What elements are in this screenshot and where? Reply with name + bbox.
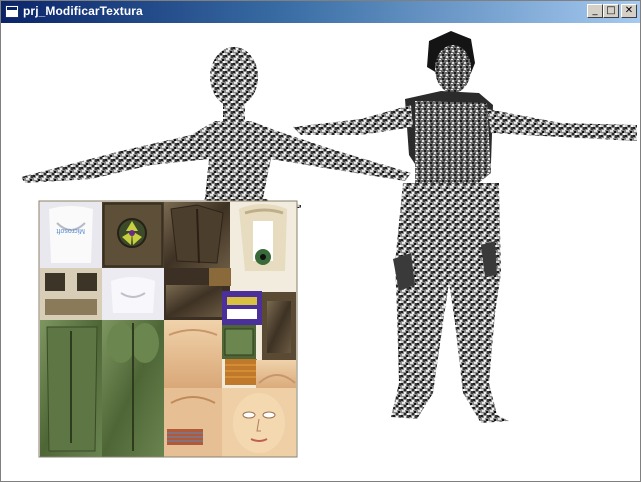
close-button[interactable]: ✕ — [621, 4, 637, 18]
texture-atlas: Microsoft — [38, 200, 298, 458]
atlas-body-skin-tile — [256, 360, 296, 390]
render-viewport[interactable]: Microsoft — [1, 23, 640, 481]
maximize-button[interactable]: □ — [603, 4, 619, 18]
atlas-purple-patch-tile — [222, 291, 262, 325]
window-title: prj_ModificarTextura — [23, 4, 143, 18]
atlas-straps-tile — [164, 268, 231, 320]
title-bar[interactable]: prj_ModificarTextura _ □ ✕ — [1, 1, 640, 23]
atlas-hair-eye-tile — [230, 202, 296, 292]
atlas-glove-tile — [262, 292, 296, 360]
atlas-emblem-tile — [102, 202, 164, 268]
minimize-button[interactable]: _ — [587, 4, 603, 18]
atlas-pants-front-tile — [40, 320, 102, 457]
window-app-icon[interactable] — [5, 5, 19, 18]
atlas-pants-back-tile — [102, 320, 164, 457]
scene-canvas: Microsoft — [21, 31, 637, 458]
atlas-skin-tile — [164, 320, 222, 388]
application-window: prj_ModificarTextura _ □ ✕ Microsoft — [0, 0, 641, 482]
atlas-torso-back-tile — [102, 268, 164, 320]
atlas-vest-tile — [164, 202, 230, 268]
atlas-printed-text: Microsoft — [57, 227, 85, 234]
right-character-model — [293, 31, 637, 423]
atlas-pocket-tile — [222, 325, 257, 385]
atlas-face-tile — [222, 388, 296, 457]
atlas-shirt-front-tile: Microsoft — [40, 202, 102, 268]
atlas-belt-tile — [40, 268, 102, 320]
atlas-hand-tile — [164, 388, 222, 457]
